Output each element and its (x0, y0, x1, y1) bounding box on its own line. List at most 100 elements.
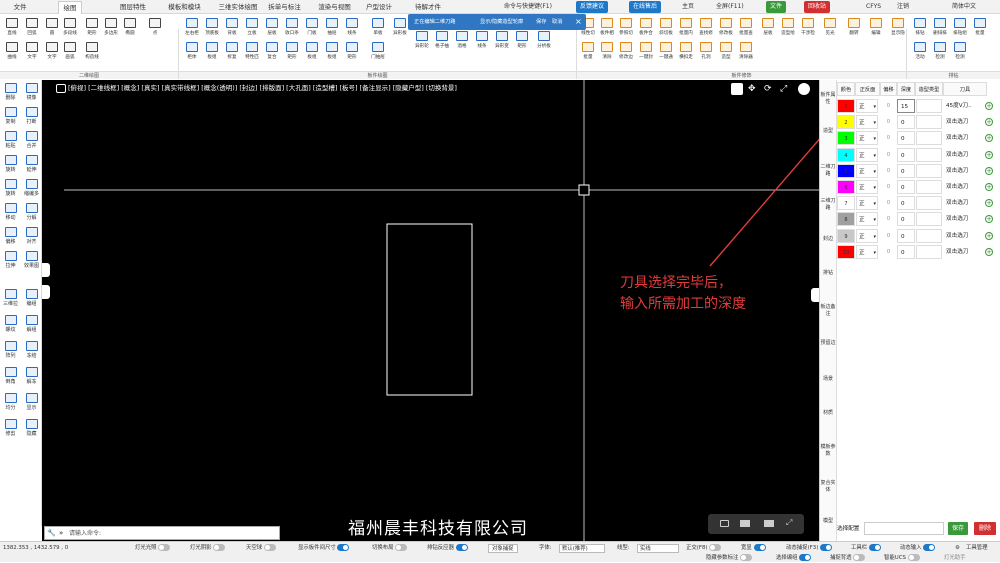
ribbon-tool[interactable]: 检测 (930, 41, 950, 63)
side-select[interactable]: 正 ▾ (856, 163, 878, 178)
offset-value[interactable]: 0 (880, 244, 897, 259)
edit-tool[interactable]: 拉伸 (0, 250, 21, 270)
shape-type-field[interactable] (916, 244, 942, 259)
ribbon-tool[interactable]: 一键通 (656, 41, 676, 63)
edit-tool[interactable]: 修剪 (0, 418, 21, 438)
ribbon-tool[interactable]: 单板 (368, 17, 388, 39)
color-swatch[interactable]: 10 (837, 244, 855, 259)
quick-button[interactable]: 注销 (893, 1, 913, 13)
shape-type-field[interactable] (916, 180, 942, 194)
panel-outline[interactable] (386, 223, 473, 396)
config-select[interactable] (864, 522, 944, 535)
ribbon-tool[interactable]: 异形轮 (412, 30, 432, 52)
quick-button[interactable]: 反馈建议 (576, 1, 609, 13)
ribbon-tool[interactable]: 多边形 (101, 17, 121, 39)
toggle-switch[interactable] (753, 544, 766, 551)
offset-value[interactable]: 0 (880, 228, 897, 243)
edit-tool[interactable]: 缩编多 (21, 178, 42, 198)
side-tab[interactable]: 模型 (820, 518, 836, 525)
toggle-switch[interactable] (263, 544, 276, 551)
status-toggle[interactable]: 宽显 (741, 544, 766, 553)
add-row-icon[interactable]: + (985, 134, 993, 143)
toggle-switch[interactable] (709, 544, 722, 551)
toggle-switch[interactable] (740, 554, 753, 561)
menu-tab[interactable]: 模板和模块 (162, 1, 207, 14)
color-swatch[interactable]: 2 (837, 115, 855, 130)
tool-select-field[interactable]: 双击选刀 (943, 228, 978, 243)
status-toggle[interactable]: 排钻反应器 (427, 544, 468, 553)
toggle-switch[interactable] (395, 544, 408, 551)
ribbon-tool[interactable]: 回弧 (22, 17, 42, 39)
font-select[interactable]: 默认(推荐) (559, 544, 605, 553)
gear-icon[interactable]: ⚙ (955, 544, 960, 553)
toggle-switch[interactable] (455, 544, 468, 551)
tool-select-field[interactable]: 双击选刀 (943, 163, 978, 178)
menu-tab[interactable]: 待解才件 (409, 1, 447, 14)
status-toggle[interactable]: 切换布局 (372, 544, 408, 553)
ribbon-tool[interactable]: 斜切板 (656, 17, 676, 39)
edit-tool[interactable]: 移动 (0, 202, 21, 222)
edit-tool[interactable]: 旋转 (0, 178, 21, 198)
ribbon-tool[interactable]: 顶底板 (202, 17, 222, 39)
ribbon-tool[interactable]: 层板 (758, 17, 778, 39)
side-select[interactable]: 正 ▾ (856, 180, 878, 194)
side-tab[interactable]: 材质 (820, 410, 836, 417)
tool-select-field[interactable]: 双击选刀 (943, 244, 978, 259)
ribbon-tool[interactable]: 异形变 (492, 30, 512, 52)
expand-icon[interactable]: » (59, 529, 63, 538)
tool-select-field[interactable]: 双击选刀 (943, 147, 978, 162)
ribbon-tool[interactable]: 矩形 (342, 41, 362, 63)
color-swatch[interactable]: 1 (837, 99, 855, 113)
depth-input[interactable]: 0 (897, 180, 915, 194)
edit-tool[interactable]: 解组 (21, 314, 42, 334)
toggle-switch[interactable] (820, 544, 833, 551)
popup-save-link[interactable]: 保存 (536, 14, 546, 30)
shape-type-field[interactable] (916, 99, 942, 113)
depth-input[interactable]: 0 (897, 228, 915, 243)
status-toggle[interactable]: 显示板件间尺寸 (298, 544, 350, 553)
side-tab[interactable]: 板边备注 (820, 304, 836, 318)
edit-tool[interactable]: 旋转 (0, 154, 21, 174)
ribbon-tool[interactable]: 造型绘 (778, 17, 798, 39)
menu-tab[interactable]: 渲染与视图 (312, 1, 357, 14)
ribbon-tool[interactable]: 板件合 (636, 17, 656, 39)
object-snap-button[interactable]: 对象捕捉 (488, 544, 518, 553)
edit-tool[interactable]: 冻结 (21, 340, 42, 360)
ribbon-tool[interactable]: 参照切 (616, 17, 636, 39)
drawing-canvas[interactable]: [俯视] [二维线框] [概念] [真实] [真实带线框] [概念(透明)] [… (42, 80, 819, 541)
ribbon-tool[interactable]: 门抽屉 (368, 41, 388, 63)
status-toggle[interactable]: 天空球 (246, 544, 276, 553)
color-swatch[interactable]: 5 (837, 163, 855, 178)
depth-input[interactable]: 0 (897, 212, 915, 227)
shape-type-field[interactable] (916, 212, 942, 227)
ribbon-tool[interactable]: 特性匹 (242, 41, 262, 63)
ribbon-tool[interactable]: 检测 (950, 41, 970, 63)
ribbon-tool[interactable]: 抽屉 (322, 17, 342, 39)
edit-tool[interactable]: 删除 (0, 82, 21, 102)
color-swatch[interactable]: 7 (837, 196, 855, 211)
status-toggle[interactable]: 工具栏 (851, 544, 881, 553)
edit-tool[interactable]: 编组 (21, 288, 42, 308)
ribbon-tool[interactable]: 复合 (262, 41, 282, 63)
ribbon-tool[interactable]: 显示隐 (888, 17, 908, 39)
quick-button[interactable]: 主页 (678, 1, 698, 13)
depth-input[interactable]: 0 (897, 131, 915, 146)
ribbon-tool[interactable]: 删排排 (930, 17, 950, 39)
ribbon-tool[interactable]: 孔洞 (696, 41, 716, 63)
offset-value[interactable]: 0 (880, 196, 897, 211)
video-icon[interactable] (740, 520, 750, 527)
ribbon-tool[interactable]: 点 (145, 17, 165, 39)
menu-tab[interactable]: 文件 (8, 1, 32, 14)
ribbon-tool[interactable]: 线条 (342, 17, 362, 39)
quick-button[interactable]: 全屏(F11) (712, 1, 748, 13)
ribbon-tool[interactable]: 见光 (820, 17, 840, 39)
edit-tool[interactable]: 倒角 (0, 366, 21, 386)
color-swatch[interactable]: 6 (837, 180, 855, 194)
toggle-switch[interactable] (923, 544, 936, 551)
ribbon-tool[interactable]: 圆 (42, 17, 62, 39)
ribbon-tool[interactable]: 矩形 (82, 17, 102, 39)
ribbon-tool[interactable]: 修改板 (716, 17, 736, 39)
offset-value[interactable]: 0 (880, 99, 897, 113)
side-select[interactable]: 正 ▾ (856, 147, 878, 162)
status-toggle[interactable]: 正交(F8) (686, 544, 722, 553)
